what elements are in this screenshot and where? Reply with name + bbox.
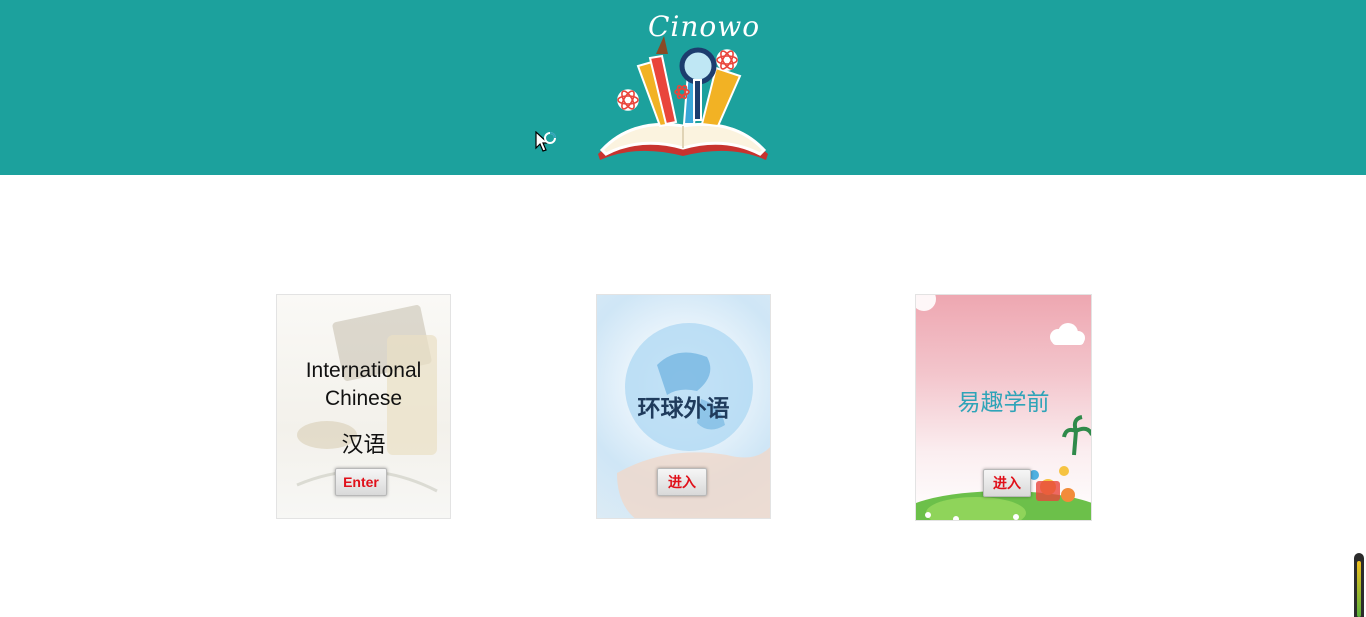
mouse-cursor-icon <box>535 131 556 152</box>
side-scroll-indicator[interactable] <box>1354 553 1364 617</box>
logo-text: Cinowo <box>648 10 761 43</box>
enter-button[interactable]: 进入 <box>657 468 707 496</box>
card-global-languages[interactable]: 环球外语 进入 <box>596 294 771 519</box>
card-title-zh: 易趣学前 <box>957 390 1050 416</box>
card-title-zh: 环球外语 <box>637 396 730 422</box>
scroll-indicator-bar <box>1357 561 1361 617</box>
card-title-line2: Chinese <box>324 387 403 410</box>
cinowo-logo[interactable]: Cinowo <box>590 6 776 166</box>
card-title-line1: International <box>305 359 422 382</box>
card-title-zh: 汉语 <box>341 433 386 458</box>
card-international-chinese[interactable]: International Chinese 汉语 Enter <box>276 294 451 519</box>
header-banner: Cinowo <box>0 0 1366 175</box>
enter-button[interactable]: 进入 <box>983 469 1031 497</box>
enter-button[interactable]: Enter <box>335 468 387 496</box>
card-preschool[interactable]: 易趣学前 进入 <box>915 294 1092 521</box>
